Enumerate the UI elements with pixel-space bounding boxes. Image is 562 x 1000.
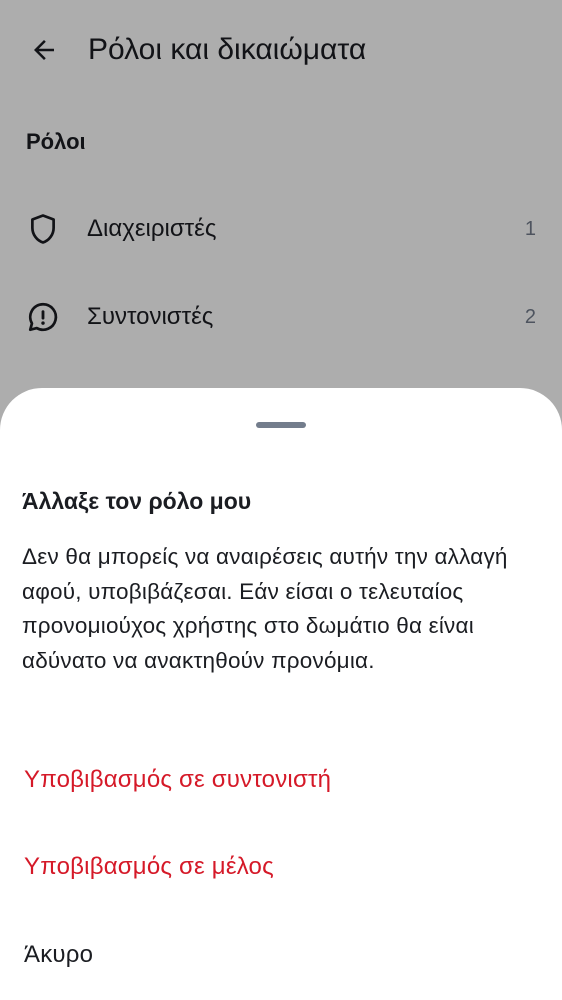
- sheet-description: Δεν θα μπορείς να αναιρέσεις αυτήν την α…: [22, 544, 508, 673]
- drag-handle[interactable]: [256, 422, 306, 428]
- sheet-title: Άλλαξε τον ρόλο μου: [22, 488, 252, 514]
- demote-to-member-button[interactable]: Υποβιβασμός σε μέλος: [24, 850, 274, 884]
- demote-to-moderator-button[interactable]: Υποβιβασμός σε συντονιστή: [24, 763, 331, 797]
- change-role-bottom-sheet: Άλλαξε τον ρόλο μου Δεν θα μπορείς να αν…: [0, 388, 562, 1000]
- app-screen: Ρόλοι και δικαιώματα Ρόλοι Διαχειριστές …: [0, 0, 562, 1000]
- cancel-button[interactable]: Άκυρο: [24, 938, 93, 972]
